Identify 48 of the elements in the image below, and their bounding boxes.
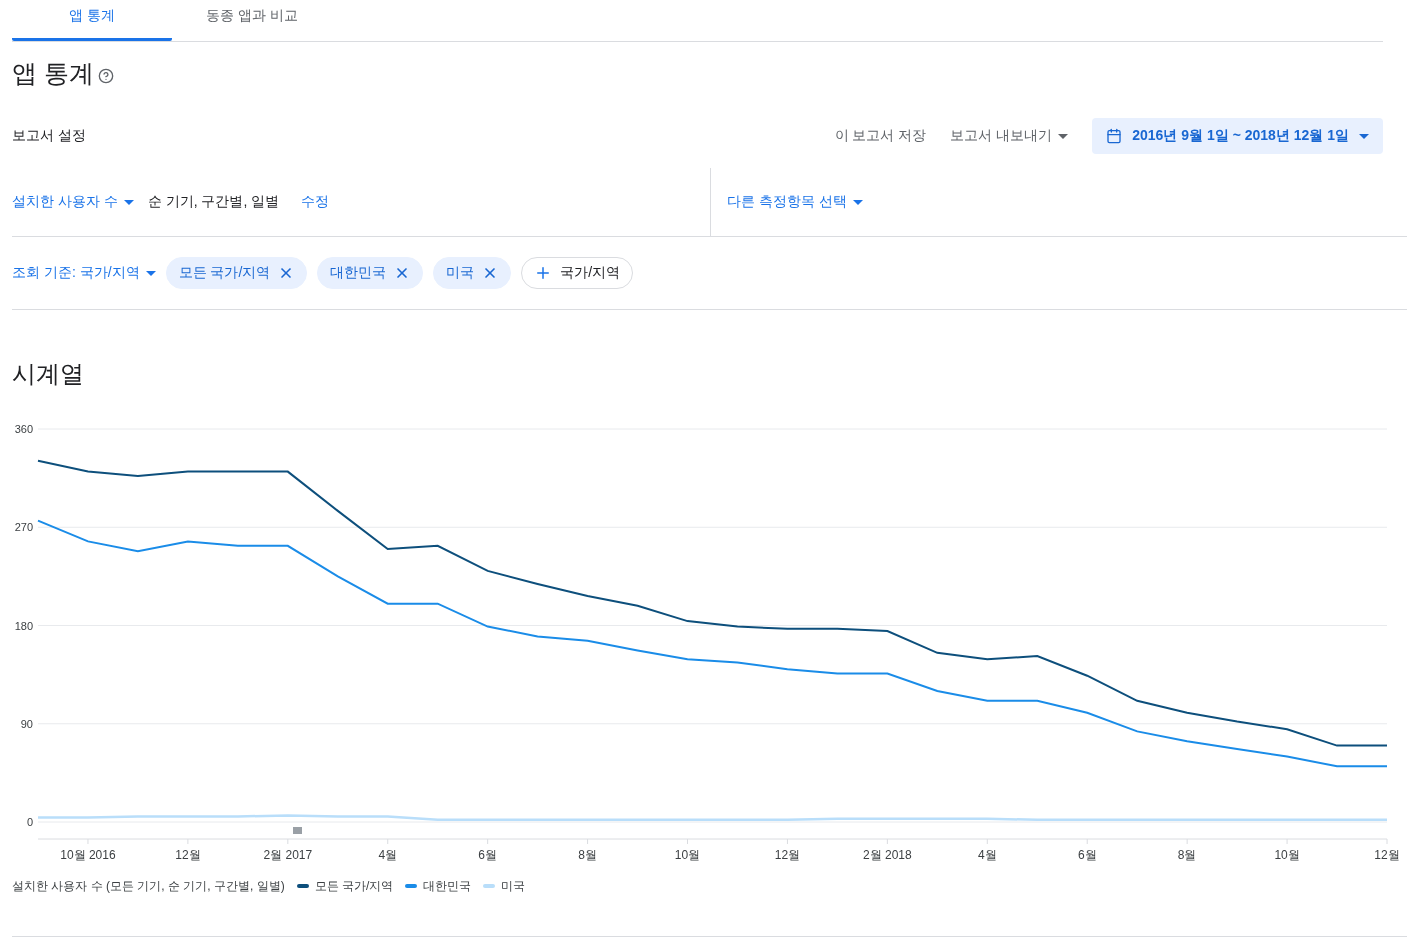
axis-label: 90 bbox=[20, 717, 33, 730]
filter-chip[interactable]: 대한민국 bbox=[317, 257, 424, 289]
legend-label: 모든 국가/지역 bbox=[314, 877, 394, 895]
section-title: 시계열 bbox=[12, 359, 85, 389]
date-range-button[interactable]: 2016년 9월 1일 ~ 2018년 12월 1일 bbox=[1092, 118, 1383, 154]
legend-caption: 설치한 사용자 수 (모든 기기, 순 기기, 구간별, 일별) bbox=[12, 877, 285, 895]
axis-label: 4월 bbox=[378, 848, 398, 862]
calendar-icon bbox=[1106, 128, 1123, 144]
save-report-button[interactable]: 이 보고서 저장 bbox=[834, 127, 927, 145]
other-metric-dropdown[interactable]: 다른 측정항목 선택 bbox=[727, 193, 863, 211]
legend-label: 미국 bbox=[501, 877, 526, 895]
axis-label: 12월 bbox=[1374, 848, 1400, 862]
tab[interactable]: 앱 통계 bbox=[12, 0, 172, 41]
axis-label: 10월 bbox=[674, 848, 701, 862]
caret-icon bbox=[145, 270, 156, 276]
filter-chip[interactable]: 모든 국가/지역 bbox=[165, 257, 308, 289]
help-icon[interactable] bbox=[97, 68, 114, 84]
axis-label: 2월 2017 bbox=[263, 848, 313, 862]
export-report-button[interactable]: 보고서 내보내기 bbox=[950, 127, 1069, 145]
axis-label: 10월 bbox=[1274, 848, 1300, 862]
tab[interactable]: 동종 앱과 비교 bbox=[172, 0, 332, 41]
page-title: 앱 통계 bbox=[12, 57, 94, 89]
metric-dropdown[interactable]: 설치한 사용자 수 bbox=[12, 193, 134, 211]
axis-label: 6월 bbox=[1077, 848, 1097, 862]
axis-label: 0 bbox=[26, 816, 33, 828]
legend-label: 대한민국 bbox=[423, 877, 472, 895]
caret-icon bbox=[1058, 133, 1069, 139]
axis-label: 270 bbox=[14, 521, 33, 534]
axis-label: 180 bbox=[14, 619, 33, 632]
filter-chip[interactable]: 미국 bbox=[433, 257, 512, 289]
axis-label: 12월 bbox=[774, 848, 801, 862]
axis-label: 8월 bbox=[578, 848, 597, 862]
edit-link[interactable]: 수정 bbox=[301, 193, 330, 211]
axis-label: 10월 2016 bbox=[60, 848, 116, 862]
axis-label: 360 bbox=[14, 423, 33, 435]
axis-label: 4월 bbox=[977, 848, 997, 862]
axis-label: 6월 bbox=[478, 848, 497, 862]
axis-label: 8월 bbox=[1177, 848, 1197, 862]
add-filter-chip[interactable]: 국가/지역 bbox=[521, 257, 634, 289]
caret-icon bbox=[1359, 133, 1369, 139]
dimension-dropdown[interactable]: 조회 기준: 국가/지역 bbox=[12, 264, 156, 282]
axis-label: 2월 2018 bbox=[863, 848, 912, 862]
report-settings-label: 보고서 설정 bbox=[12, 127, 86, 145]
caret-icon bbox=[852, 199, 863, 205]
chart-marker bbox=[293, 827, 302, 834]
metric-details: 순 기기, 구간별, 일별 bbox=[147, 193, 280, 211]
caret-icon bbox=[123, 199, 134, 205]
axis-label: 12월 bbox=[175, 848, 201, 862]
